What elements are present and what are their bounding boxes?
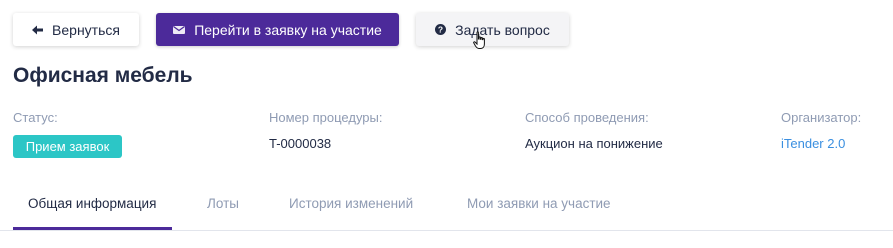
arrow-left-icon xyxy=(32,25,44,35)
question-circle-icon: ? xyxy=(435,24,447,35)
method-label: Способ проведения: xyxy=(525,110,649,125)
organizer-link[interactable]: iTender 2.0 xyxy=(781,136,845,151)
status-badge: Прием заявок xyxy=(13,135,122,158)
procedure-number-label: Номер процедуры: xyxy=(269,110,383,125)
apply-participation-button[interactable]: Перейти в заявку на участие xyxy=(156,13,399,46)
ask-question-button[interactable]: ? Задать вопрос xyxy=(416,13,569,46)
page: Вернуться Перейти в заявку на участие ? … xyxy=(0,0,893,248)
tab-my-applications[interactable]: Мои заявки на участие xyxy=(467,196,611,211)
back-button[interactable]: Вернуться xyxy=(13,13,139,46)
ask-question-label: Задать вопрос xyxy=(455,21,550,38)
tab-lots[interactable]: Лоты xyxy=(207,196,239,211)
tabs: Общая информация Лоты История изменений … xyxy=(0,186,893,230)
organizer-label: Организатор: xyxy=(781,110,862,125)
envelope-icon xyxy=(173,25,186,35)
method-value: Аукцион на понижение xyxy=(525,136,663,151)
svg-text:?: ? xyxy=(438,25,443,35)
hand-cursor-icon xyxy=(473,31,487,56)
apply-participation-label: Перейти в заявку на участие xyxy=(194,21,382,38)
procedure-number-value: T-0000038 xyxy=(269,136,332,151)
page-title: Офисная мебель xyxy=(13,64,193,87)
back-button-label: Вернуться xyxy=(52,21,120,38)
tab-general-info[interactable]: Общая информация xyxy=(28,196,156,211)
tab-change-history[interactable]: История изменений xyxy=(289,196,413,211)
tabs-divider xyxy=(0,230,893,231)
status-label: Статус: xyxy=(13,110,58,125)
